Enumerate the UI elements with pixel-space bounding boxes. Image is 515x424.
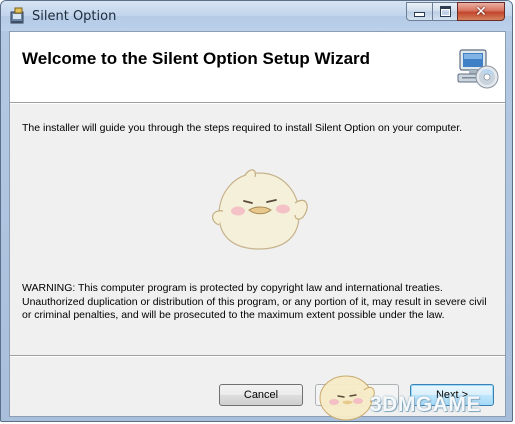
wizard-banner: Welcome to the Silent Option Setup Wizar… (10, 32, 505, 103)
setup-window: Silent Option ✕ Welcome to the Silent Op… (0, 0, 513, 422)
page-title: Welcome to the Silent Option Setup Wizar… (22, 49, 371, 68)
maximize-button[interactable] (432, 2, 458, 21)
copyright-warning-text: WARNING: This computer program is protec… (22, 282, 487, 321)
window-title: Silent Option (32, 9, 117, 24)
wizard-client-area: Welcome to the Silent Option Setup Wizar… (9, 31, 506, 417)
close-icon: ✕ (475, 3, 487, 20)
computer-cd-icon (457, 49, 499, 89)
mascot-bird-icon (212, 169, 308, 250)
watermark-text: 3DMGAME (370, 393, 481, 416)
close-button[interactable]: ✕ (457, 2, 505, 21)
minimize-icon (414, 12, 425, 17)
intro-text: The installer will guide you through the… (22, 122, 463, 134)
cancel-button[interactable]: Cancel (219, 384, 303, 406)
button-divider (10, 355, 505, 357)
maximize-icon (439, 6, 451, 17)
installer-app-icon (10, 7, 24, 24)
title-bar[interactable]: Silent Option ✕ (1, 1, 512, 31)
minimize-button[interactable] (406, 2, 433, 21)
